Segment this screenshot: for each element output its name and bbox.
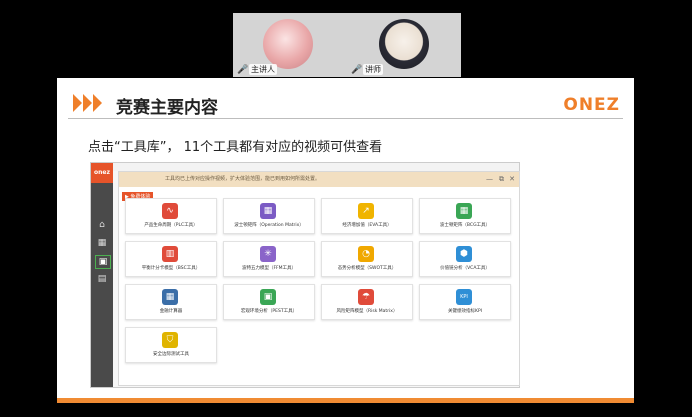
tool-card-label: 态势分析模型（SWOT工具） bbox=[337, 266, 397, 271]
environment-icon: ▣ bbox=[260, 289, 276, 305]
tool-card-label: 产品生命周期（PLC工具） bbox=[144, 223, 198, 228]
slide-subtitle: 点击“工具库”， 11个工具都有对应的视频可供查看 bbox=[88, 140, 383, 155]
dashboard-icon[interactable]: ▦ bbox=[95, 237, 109, 249]
onez-logo: ONEZ bbox=[563, 95, 620, 115]
dialog-notice: 工具均已上传对应操作视频，扩大体验范围，能已到用如何所需处置。 bbox=[165, 176, 321, 182]
chart-up-icon: ↗ bbox=[358, 203, 374, 219]
minimize-icon[interactable]: — bbox=[486, 175, 493, 183]
tool-card[interactable]: KPI 关键绩效指标KPI bbox=[419, 284, 511, 320]
mic-icon: 🎤 bbox=[351, 65, 363, 75]
slide-bottom-bar bbox=[57, 398, 634, 403]
tool-card[interactable]: ▦ 金融计算器 bbox=[125, 284, 217, 320]
tool-card-label: 波士顿矩阵（Operation Matrix） bbox=[234, 223, 304, 228]
presentation-slide: 竞赛主要内容 ONEZ 点击“工具库”， 11个工具都有对应的视频可供查看 on… bbox=[57, 78, 634, 403]
tool-card[interactable]: ▦ 波士顿矩阵（Operation Matrix） bbox=[223, 198, 315, 234]
host-avatar bbox=[263, 19, 313, 69]
tool-card-label: 关键绩效指标KPI bbox=[448, 309, 482, 314]
chevron-right-icon bbox=[73, 94, 102, 112]
tool-card[interactable]: ▦ 波士顿矩阵（BCG工具） bbox=[419, 198, 511, 234]
tool-card-label: 金融计算器 bbox=[159, 309, 183, 314]
dialog-header: 工具均已上传对应操作视频，扩大体验范围，能已到用如何所需处置。 — ⧉ ✕ bbox=[119, 172, 519, 187]
slide-title: 竞赛主要内容 bbox=[116, 98, 218, 118]
chain-icon: ⬢ bbox=[456, 246, 472, 262]
tool-library-icon[interactable]: ▣ bbox=[95, 255, 111, 269]
tool-card[interactable]: ⛉ 安全边际测试工具 bbox=[125, 327, 217, 363]
tool-library-screenshot: onez ⌂ ▦ ▣ ▤ 工具均已上传对应操作视频，扩大体验范围，能已到用如何所… bbox=[90, 162, 520, 388]
tool-card[interactable]: ▣ 宏观环境分析（PEST工具） bbox=[223, 284, 315, 320]
umbrella-icon: ☂ bbox=[358, 289, 374, 305]
tool-card[interactable]: ⬢ 价值链分析（VCA工具） bbox=[419, 241, 511, 277]
tool-card[interactable]: ☂ 风险矩阵模型（Risk Matrix） bbox=[321, 284, 413, 320]
close-icon[interactable]: ✕ bbox=[509, 175, 515, 183]
tool-card-label: 波士顿矩阵（BCG工具） bbox=[439, 223, 491, 228]
app-sidebar: onez ⌂ ▦ ▣ ▤ bbox=[91, 163, 113, 387]
home-icon[interactable]: ⌂ bbox=[95, 219, 109, 231]
mic-icon: 🎤 bbox=[237, 65, 249, 75]
participant-speaker-tile[interactable]: 🎤 讲师 bbox=[347, 13, 461, 77]
tool-card-label: 宏观环境分析（PEST工具） bbox=[240, 309, 298, 314]
matrix-icon: ▦ bbox=[456, 203, 472, 219]
tool-card[interactable]: ◔ 态势分析模型（SWOT工具） bbox=[321, 241, 413, 277]
tool-card[interactable]: ↗ 经济增加值（EVA工具） bbox=[321, 198, 413, 234]
maximize-icon[interactable]: ⧉ bbox=[499, 175, 504, 184]
host-label: 主讲人 bbox=[249, 64, 277, 75]
tool-card-label: 波特五力模型（FFM工具） bbox=[241, 266, 297, 271]
app-topbar bbox=[113, 163, 519, 171]
grid-icon: ▦ bbox=[260, 203, 276, 219]
title-divider bbox=[68, 118, 623, 119]
app-brand: onez bbox=[91, 163, 113, 183]
tool-card[interactable]: ✳ 波特五力模型（FFM工具） bbox=[223, 241, 315, 277]
calculator-icon: ▦ bbox=[162, 289, 178, 305]
participant-host-tile[interactable]: 🎤 主讲人 bbox=[233, 13, 347, 77]
shield-icon: ⛉ bbox=[162, 332, 178, 348]
tool-card-label: 价值链分析（VCA工具） bbox=[440, 266, 490, 271]
tool-card-label: 经济增加值（EVA工具） bbox=[342, 223, 392, 228]
kpi-icon: KPI bbox=[456, 289, 472, 305]
tool-library-dialog: 工具均已上传对应操作视频，扩大体验范围，能已到用如何所需处置。 — ⧉ ✕ ▶ … bbox=[118, 171, 520, 386]
speaker-avatar bbox=[379, 19, 429, 69]
calendar-icon[interactable]: ▤ bbox=[95, 273, 109, 285]
pulse-icon: ∿ bbox=[162, 203, 178, 219]
pie-icon: ◔ bbox=[358, 246, 374, 262]
tool-card-label: 安全边际测试工具 bbox=[153, 352, 189, 357]
tool-card[interactable]: ▥ 平衡计分卡模型（BSC工具） bbox=[125, 241, 217, 277]
video-participants: 🎤 主讲人 🎤 讲师 bbox=[233, 13, 461, 77]
five-forces-icon: ✳ bbox=[260, 246, 276, 262]
tool-card-label: 平衡计分卡模型（BSC工具） bbox=[141, 266, 201, 271]
tool-card-label: 风险矩阵模型（Risk Matrix） bbox=[336, 309, 398, 314]
speaker-label: 讲师 bbox=[363, 64, 383, 75]
scorecard-icon: ▥ bbox=[162, 246, 178, 262]
tool-card[interactable]: ∿ 产品生命周期（PLC工具） bbox=[125, 198, 217, 234]
